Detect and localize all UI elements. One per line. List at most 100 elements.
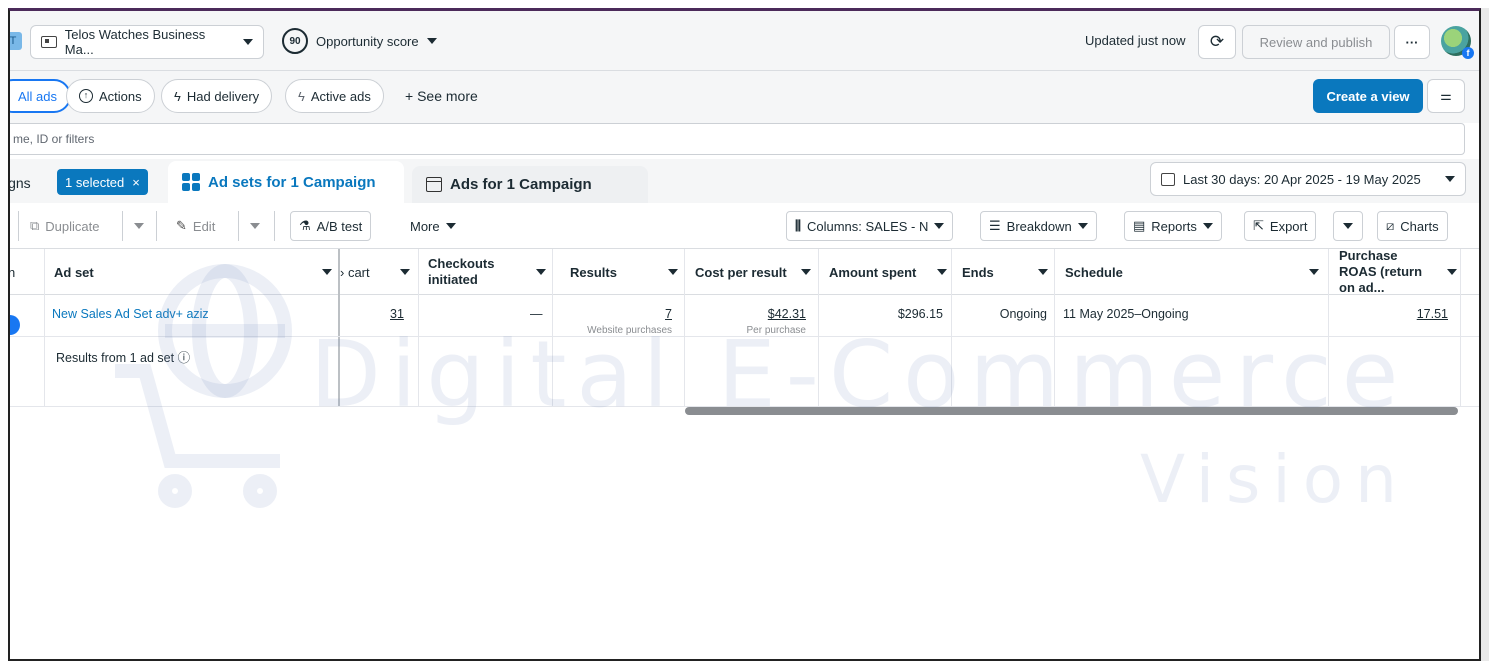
more-actions-button[interactable]: More — [410, 213, 456, 239]
account-name: Telos Watches Business Ma... — [64, 27, 206, 57]
tab-ads[interactable]: Ads for 1 Campaign — [412, 166, 648, 203]
export-icon: ⇱ — [1253, 218, 1264, 233]
account-chip[interactable]: T — [10, 32, 22, 50]
filter-all-ads[interactable]: All ads — [10, 79, 72, 113]
review-and-publish-button[interactable]: Review and publish — [1242, 25, 1390, 59]
chevron-down-icon — [934, 223, 945, 229]
tab-campaigns[interactable]: igns — [10, 175, 31, 191]
column-header-ad-set[interactable]: Ad set — [54, 249, 340, 295]
column-header-first[interactable]: n — [10, 249, 38, 295]
chevron-down-icon — [426, 38, 437, 44]
opportunity-score[interactable]: 90 Opportunity score — [282, 28, 437, 54]
charts-button[interactable]: ⧄ Charts — [1377, 211, 1448, 241]
refresh-icon: ⟳ — [1209, 32, 1225, 51]
refresh-button[interactable]: ⟳ — [1198, 25, 1236, 59]
summary-text: Results from 1 ad set ⓘ — [56, 351, 191, 365]
export-button[interactable]: ⇱ Export — [1244, 211, 1317, 241]
column-header-amount-spent[interactable]: Amount spent — [829, 249, 955, 295]
column-header-results[interactable]: Results — [570, 249, 686, 295]
column-header-add-to-cart[interactable]: › cart — [340, 249, 418, 295]
schedule-value: 11 May 2025–Ongoing — [1063, 307, 1189, 321]
avatar[interactable] — [1441, 26, 1474, 59]
chevron-down-icon — [134, 223, 144, 229]
chevron-down-icon — [400, 269, 410, 275]
toolbar-divider — [238, 211, 239, 241]
business-icon — [41, 36, 57, 48]
amount-spent-value: $296.15 — [897, 307, 943, 321]
duplicate-button[interactable]: ⧉ Duplicate — [30, 213, 100, 239]
filter-active-ads[interactable]: ϟ Active ads — [285, 79, 384, 113]
reports-icon: ▤ — [1133, 218, 1146, 233]
edit-button[interactable]: ✎ Edit — [176, 213, 215, 239]
column-header-checkouts[interactable]: Checkouts initiated — [428, 249, 554, 295]
cost-subtitle: Per purchase — [746, 325, 806, 336]
calendar-icon — [1161, 172, 1175, 186]
flask-icon: ⚗ — [299, 218, 311, 233]
ad-set-name-link[interactable]: New Sales Ad Set adv+ aziz — [52, 307, 209, 321]
sliders-icon: ⚌ — [1440, 88, 1452, 103]
column-header-cost-per-result[interactable]: Cost per result — [695, 249, 819, 295]
breakdown-button[interactable]: ☰ Breakdown — [980, 211, 1097, 241]
selected-campaigns-chip[interactable]: 1 selected × — [57, 169, 148, 195]
cost-cell: $42.31 Per purchase — [684, 307, 806, 336]
search-placeholder: me, ID or filters — [13, 132, 95, 146]
table-toolbar: ⧉ Duplicate ✎ Edit ⚗ A/B test More ⫼ Col… — [10, 203, 1479, 249]
horizontal-scrollbar[interactable] — [685, 407, 1458, 415]
chevron-down-icon — [243, 39, 253, 45]
close-icon[interactable]: × — [132, 175, 140, 190]
chevron-down-icon — [1309, 269, 1319, 275]
chevron-down-icon — [937, 269, 947, 275]
ends-value: Ongoing — [999, 307, 1047, 321]
checkouts-value: — — [530, 307, 543, 321]
ad-sets-table: n Ad set › cart Checkouts initiated Resu… — [10, 248, 1479, 411]
chevron-down-icon — [445, 223, 456, 229]
chevron-down-icon — [1202, 223, 1213, 229]
chevron-down-icon — [801, 269, 811, 275]
edit-dropdown[interactable] — [250, 213, 260, 239]
level-tabs: igns 1 selected × Ad sets for 1 Campaign… — [10, 159, 1479, 203]
column-header-ends[interactable]: Ends — [962, 249, 1056, 295]
ad-window-icon — [426, 177, 442, 192]
view-settings-button[interactable]: ⚌ — [1427, 79, 1465, 113]
duplicate-icon: ⧉ — [30, 218, 40, 233]
add-to-cart-value[interactable]: 31 — [390, 307, 404, 321]
search-input[interactable]: me, ID or filters — [10, 123, 1465, 155]
chevron-down-icon — [1445, 176, 1455, 182]
summary-row: Results from 1 ad set ⓘ — [10, 337, 1479, 407]
results-value[interactable]: 7 — [552, 307, 672, 321]
columns-icon: ⫼ — [795, 218, 801, 233]
results-cell: 7 Website purchases — [552, 307, 672, 336]
breakdown-icon: ☰ — [989, 218, 1001, 233]
create-a-view-button[interactable]: Create a view — [1313, 79, 1423, 113]
filter-actions[interactable]: ↑ Actions — [66, 79, 155, 113]
updated-status: Updated just now — [1085, 33, 1186, 48]
window-edge — [1481, 8, 1489, 661]
see-more-button[interactable]: + See more — [405, 88, 478, 104]
date-range-picker[interactable]: Last 30 days: 20 Apr 2025 - 19 May 2025 — [1150, 162, 1466, 196]
chevron-down-icon — [536, 269, 546, 275]
cost-per-result-value[interactable]: $42.31 — [684, 307, 806, 321]
top-bar: T Telos Watches Business Ma... 90 Opport… — [10, 11, 1479, 71]
export-dropdown[interactable] — [1333, 211, 1363, 241]
results-subtitle: Website purchases — [587, 325, 672, 336]
toolbar-divider — [18, 211, 19, 241]
purchase-roas-value[interactable]: 17.51 — [1328, 307, 1448, 321]
lightning-icon: ϟ — [174, 88, 181, 104]
column-header-schedule[interactable]: Schedule — [1065, 249, 1327, 295]
toolbar-divider — [122, 211, 123, 241]
chart-icon: ⧄ — [1386, 218, 1395, 233]
ab-test-button[interactable]: ⚗ A/B test — [290, 211, 372, 241]
account-selector[interactable]: Telos Watches Business Ma... — [30, 25, 264, 59]
duplicate-dropdown[interactable] — [134, 213, 144, 239]
info-icon[interactable]: ⓘ — [178, 351, 191, 365]
column-header-purchase-roas[interactable]: Purchase ROAS (return on ad... — [1339, 248, 1457, 295]
toolbar-divider — [156, 211, 157, 241]
filter-had-delivery[interactable]: ϟ Had delivery — [161, 79, 273, 113]
reports-button[interactable]: ▤ Reports — [1124, 211, 1222, 241]
table-header: n Ad set › cart Checkouts initiated Resu… — [10, 248, 1479, 295]
table-row: New Sales Ad Set adv+ aziz 31 — 7 Websit… — [10, 295, 1479, 337]
tab-ad-sets[interactable]: Ad sets for 1 Campaign — [168, 161, 404, 203]
columns-button[interactable]: ⫼ Columns: SALES - N — [786, 211, 954, 241]
more-options-button[interactable]: ··· — [1394, 25, 1430, 59]
ad-sets-grid-icon — [182, 173, 200, 191]
